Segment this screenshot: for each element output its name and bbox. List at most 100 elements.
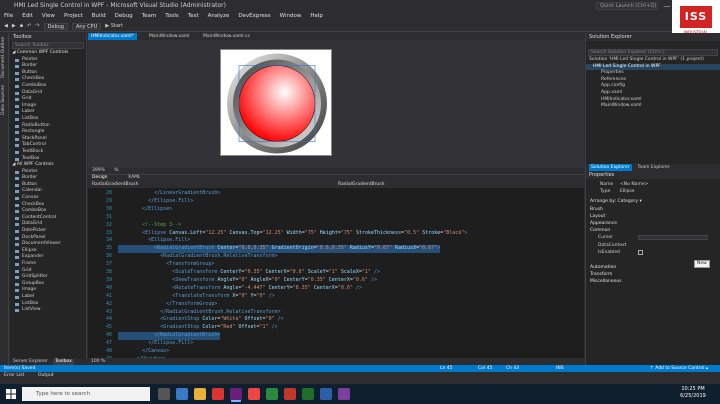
category-common[interactable]: Common <box>586 227 720 234</box>
cursor-field[interactable] <box>638 235 708 241</box>
start-button[interactable]: ▶ Start <box>105 21 123 31</box>
code-line[interactable]: </RadialGradientBrush.RelativeTransform> <box>118 309 280 317</box>
arrange-by[interactable]: Arrange by: Category ▾ <box>586 198 720 205</box>
solution-explorer-tab[interactable]: Solution Explorer <box>589 164 632 171</box>
tab-hmiindicator[interactable]: HMIIndicator.xaml* <box>88 33 137 40</box>
code-line[interactable]: <RotateTransform Angle="-4.447" CenterY=… <box>118 285 362 293</box>
category-brush[interactable]: Brush <box>586 206 720 213</box>
code-line[interactable]: <TransformGroup> <box>118 261 214 269</box>
mainwindow-node[interactable]: MainWindow.xaml <box>586 103 720 110</box>
data-sources-tab[interactable]: Data Sources <box>1 85 6 115</box>
toolbox-all-item-13[interactable]: Expander <box>10 254 86 261</box>
toolbox-all-item-11[interactable]: DocumentViewer <box>10 241 86 248</box>
code-line[interactable]: </RadialGradientBrush> <box>118 332 221 341</box>
toolbox-all-item-4[interactable]: Canvas <box>10 195 86 202</box>
code-line[interactable]: </Canvas> <box>118 348 169 356</box>
menu-view[interactable]: View <box>42 12 55 21</box>
code-line[interactable]: <ScaleTransform CenterY="0.35" CenterX="… <box>118 269 380 277</box>
code-line[interactable]: <Ellipse.Fill> <box>118 237 190 245</box>
camtasia-icon[interactable] <box>266 388 278 400</box>
name-value[interactable]: <No Name> <box>620 181 648 188</box>
document-outline-tab[interactable]: Document Outline <box>1 37 6 78</box>
source-control-button[interactable]: ↑ Add to Source Control ▴ <box>650 365 708 372</box>
toolbox-common-item-3[interactable]: CheckBox <box>10 76 86 83</box>
toolbox-common-item-6[interactable]: Grid <box>10 96 86 103</box>
menu-build[interactable]: Build <box>92 12 106 21</box>
menu-help[interactable]: Help <box>310 12 323 21</box>
code-line[interactable]: <!--Step 3--> <box>118 222 181 230</box>
app-config-node[interactable]: App.config <box>586 83 720 90</box>
quick-launch-input[interactable]: Quick Launch (Ctrl+Q) <box>596 2 658 10</box>
toolbox-all-item-21[interactable]: ListView <box>10 307 86 314</box>
all-controls-header[interactable]: ◢ All WPF Controls <box>10 162 86 169</box>
menu-tools[interactable]: Tools <box>165 12 179 21</box>
isenabled-checkbox[interactable] <box>638 249 643 255</box>
code-line[interactable]: <GradientStop Color="White" Offset="0" /… <box>118 316 283 324</box>
code-line[interactable]: <GradientStop Color="Red" Offset="1" /> <box>118 324 277 332</box>
menu-devexpress[interactable]: DevExpress <box>238 12 270 21</box>
undo-icon[interactable]: ↶ <box>27 21 31 31</box>
app-icon[interactable] <box>212 388 224 400</box>
toolbox-all-item-19[interactable]: Label <box>10 294 86 301</box>
toolbox-common-item-9[interactable]: ListBox <box>10 116 86 123</box>
code-line[interactable]: <Ellipse Canvas.Left="12.25" Canvas.Top=… <box>118 230 467 238</box>
taskbar-search-input[interactable]: Type here to search <box>22 387 150 401</box>
code-line[interactable]: </TransformGroup> <box>118 301 217 309</box>
xaml-code-editor[interactable]: RadialGradientBrush RadialGradientBrush … <box>88 181 584 365</box>
menu-window[interactable]: Window <box>280 12 302 21</box>
forward-icon[interactable]: ▶ <box>12 21 16 31</box>
editor-zoom[interactable]: 100 % <box>88 358 584 365</box>
properties-node[interactable]: Properties <box>586 70 720 77</box>
toolbox-search-input[interactable]: Search Toolbox <box>12 42 84 49</box>
config-dropdown[interactable]: Debug <box>43 23 68 30</box>
platform-dropdown[interactable]: Any CPU <box>71 23 102 30</box>
onenote-icon[interactable] <box>338 388 350 400</box>
code-line[interactable]: </Ellipse> <box>118 206 172 214</box>
toolbox-common-item-13[interactable]: TabControl <box>10 142 86 149</box>
category-transform[interactable]: Transform <box>586 271 720 278</box>
menu-team[interactable]: Team <box>142 12 157 21</box>
chrome-icon[interactable] <box>248 388 260 400</box>
led-indicator[interactable] <box>221 50 333 157</box>
xaml-designer[interactable] <box>88 40 584 168</box>
toolbox-all-item-16[interactable]: GridSplitter <box>10 274 86 281</box>
visual-studio-icon[interactable] <box>230 388 242 400</box>
toolbox-common-item-11[interactable]: Rectangle <box>10 129 86 136</box>
team-explorer-tab[interactable]: Team Explorer <box>638 164 670 171</box>
menu-project[interactable]: Project <box>64 12 83 21</box>
designer-zoom[interactable]: 399% <box>92 168 105 173</box>
tab-mainwindow-xaml[interactable]: MainWindow.xaml <box>146 33 193 40</box>
toolbox-all-item-6[interactable]: ComboBox <box>10 208 86 215</box>
edge-icon[interactable] <box>176 388 188 400</box>
solution-search-input[interactable]: Search Solution Explorer (Ctrl+;) <box>588 49 718 56</box>
menu-debug[interactable]: Debug <box>115 12 133 21</box>
code-line[interactable]: </Ellipse.Fill> <box>118 340 193 348</box>
toolbox-all-item-18[interactable]: Image <box>10 287 86 294</box>
menu-test[interactable]: Test <box>188 12 199 21</box>
toolbox-common-item-8[interactable]: Label <box>10 109 86 116</box>
excel-icon[interactable] <box>302 388 314 400</box>
file-explorer-icon[interactable] <box>194 388 206 400</box>
category-layout[interactable]: Layout <box>586 213 720 220</box>
output-tab[interactable]: Output <box>38 372 54 379</box>
app-xaml-node[interactable]: App.xaml <box>586 90 720 97</box>
toolbox-all-item-1[interactable]: Border <box>10 175 86 182</box>
windows-start-icon[interactable] <box>6 389 16 399</box>
code-line[interactable]: <RadialGradientBrush.RelativeTransform> <box>118 253 277 261</box>
code-line[interactable]: <TranslateTransform X="0" Y="0" /> <box>118 293 274 301</box>
category-appearance[interactable]: Appearance <box>586 220 720 227</box>
toolbox-common-item-1[interactable]: Border <box>10 63 86 70</box>
toolbox-common-item-4[interactable]: ComboBox <box>10 83 86 90</box>
menu-edit[interactable]: Edit <box>22 12 33 21</box>
code-line[interactable]: </LinearGradientBrush> <box>118 190 220 198</box>
nav-left-dropdown[interactable]: RadialGradientBrush <box>92 181 138 188</box>
menu-file[interactable]: File <box>4 12 13 21</box>
tab-mainwindow-cs[interactable]: MainWindow.xaml.cs <box>200 33 253 40</box>
error-list-tab[interactable]: Error List <box>4 372 24 379</box>
common-controls-header[interactable]: ◢ Common WPF Controls <box>10 50 86 57</box>
category-misc[interactable]: Miscellaneous <box>586 278 720 285</box>
toolbox-common-item-14[interactable]: TextBlock <box>10 149 86 156</box>
minimize-button[interactable]: — <box>662 0 672 12</box>
toolbox-common-item-15[interactable]: TextBox <box>10 156 86 163</box>
word-icon[interactable] <box>320 388 332 400</box>
